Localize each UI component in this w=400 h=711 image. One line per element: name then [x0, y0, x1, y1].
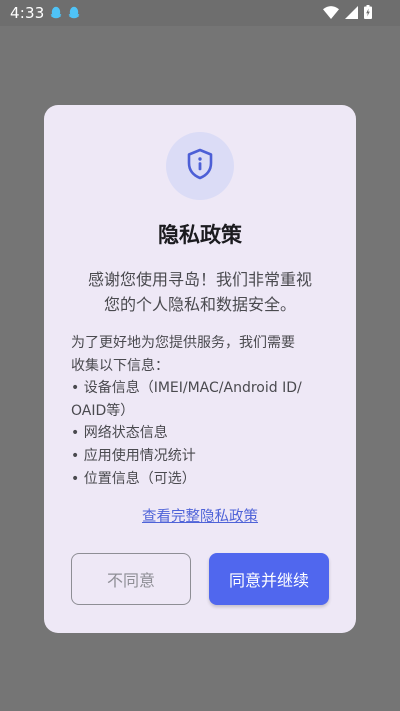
intro-text: 感谢您使用寻岛！我们非常重视 您的个人隐私和数据安全。	[68, 267, 332, 317]
info-line: • 设备信息（IMEI/MAC/Android ID/	[71, 380, 302, 397]
signal-icon	[345, 5, 358, 19]
screen: 4:33 隐私政策 感谢您使用寻岛！我们非常重视 您的个人隐私和数据安全。 为了…	[0, 0, 400, 711]
info-line: • 位置信息（可选）	[71, 470, 196, 487]
notification-icons	[50, 6, 80, 20]
info-line: 收集以下信息：	[71, 357, 169, 374]
intro-line: 感谢您使用寻岛！我们非常重视	[87, 270, 312, 289]
info-line: 为了更好地为您提供服务，我们需要	[71, 335, 295, 351]
shield-icon-badge	[166, 132, 234, 200]
battery-icon	[364, 5, 372, 19]
info-line: OAID等）	[71, 402, 135, 419]
info-line: • 网络状态信息	[71, 425, 168, 442]
info-line: • 应用使用情况统计	[71, 447, 196, 464]
system-icons	[323, 5, 372, 19]
collected-info-list: 为了更好地为您提供服务，我们需要 收集以下信息： • 设备信息（IMEI/MAC…	[71, 332, 333, 490]
dialog-title: 隐私政策	[158, 223, 242, 247]
wifi-icon	[323, 5, 339, 19]
qq-icon	[68, 6, 80, 20]
disagree-button[interactable]: 不同意	[71, 553, 191, 605]
full-policy-link[interactable]: 查看完整隐私政策	[44, 505, 356, 526]
qq-icon	[50, 6, 62, 20]
status-bar: 4:33	[0, 0, 400, 26]
privacy-dialog: 隐私政策 感谢您使用寻岛！我们非常重视 您的个人隐私和数据安全。 为了更好地为您…	[44, 105, 356, 633]
status-time: 4:33	[10, 4, 45, 22]
agree-continue-button[interactable]: 同意并继续	[209, 553, 329, 605]
intro-line: 您的个人隐私和数据安全。	[103, 295, 296, 314]
shield-info-icon	[186, 148, 214, 184]
